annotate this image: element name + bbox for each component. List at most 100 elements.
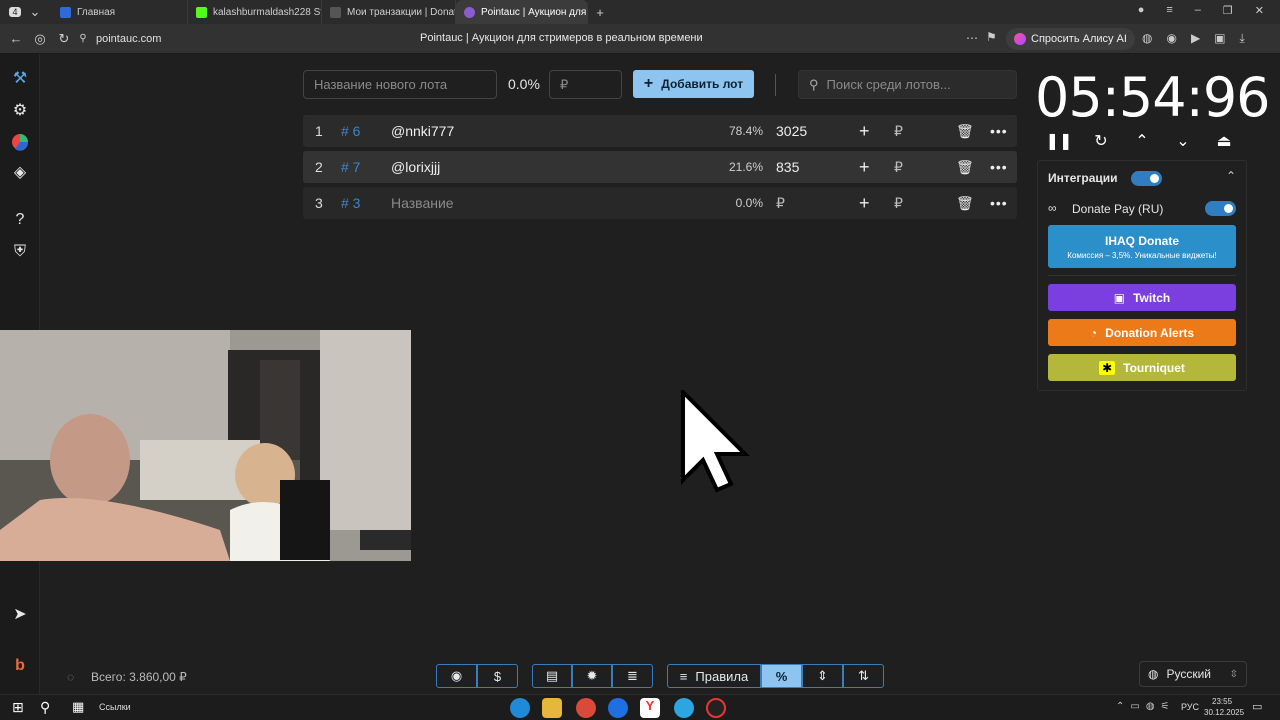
bug-button[interactable]: ✹ [572, 664, 612, 688]
compress-button[interactable]: ⇕ [802, 664, 843, 688]
edge-icon[interactable] [510, 698, 530, 718]
collections-icon[interactable]: ▣ [1214, 31, 1225, 46]
amount-input[interactable]: ₽ [549, 70, 622, 99]
trash-icon[interactable]: 🗑 [956, 195, 974, 212]
telegram-icon[interactable] [674, 698, 694, 718]
donatepay-toggle[interactable] [1205, 201, 1236, 216]
lot-amount[interactable]: ₽ [776, 195, 785, 212]
tab-kick[interactable]: kalashburmaldash228 Stre [188, 0, 322, 24]
search-input[interactable]: ⚲ Поиск среди лотов... [798, 70, 1017, 99]
maximize-icon[interactable]: ❐ [1223, 4, 1233, 17]
telegram-icon[interactable]: ➤ [8, 602, 32, 626]
donation-alerts-button[interactable]: ◔ Donation Alerts [1048, 319, 1236, 346]
obs-icon[interactable] [706, 698, 726, 718]
task-view-icon[interactable]: ▦ [72, 699, 84, 715]
new-tab-icon[interactable]: + [588, 0, 612, 24]
lot-currency-input[interactable]: ₽ [894, 195, 903, 212]
boosty-icon[interactable]: b [8, 654, 32, 678]
alice-icon [1014, 33, 1026, 45]
notification-icon[interactable]: ▭ [1252, 700, 1262, 713]
url-field[interactable]: pointauc.com [96, 33, 161, 45]
lot-row[interactable]: 2 # 7 @lorixjjj 21.6% 835 + ₽ 🗑 ••• [303, 151, 1017, 183]
lot-row[interactable]: 3 # 3 Название 0.0% ₽ + ₽ 🗑 ••• [303, 187, 1017, 219]
lot-name[interactable]: @nnki777 [391, 123, 454, 139]
collapse-icon[interactable]: ⌃ [1226, 169, 1236, 183]
clear-button[interactable]: ≣ [612, 664, 653, 688]
plus-icon: + [643, 75, 654, 92]
taskbar-links-label[interactable]: Ссылки [99, 702, 131, 712]
add-amount-icon[interactable]: + [859, 193, 870, 214]
chevron-down-icon[interactable]: ⌄ [1172, 130, 1194, 152]
rules-button[interactable]: ≡ Правила [667, 664, 761, 688]
extension-icon[interactable]: ◉ [1166, 31, 1176, 46]
more-icon[interactable]: ••• [990, 123, 1008, 139]
tourniquet-button[interactable]: ✱ Tourniquet [1048, 354, 1236, 381]
app-icon[interactable] [608, 698, 628, 718]
tab-count-badge[interactable]: 4 [4, 0, 26, 24]
tray-time[interactable]: 23:55 [1212, 697, 1232, 706]
integrations-toggle[interactable] [1131, 171, 1162, 186]
new-lot-input[interactable]: Название нового лота [303, 70, 497, 99]
profile-icon[interactable]: ● [1138, 4, 1145, 17]
close-window-icon[interactable]: ✕ [1255, 4, 1264, 17]
windows-start-icon[interactable]: ⊞ [12, 699, 24, 716]
tab-main[interactable]: Главная [52, 0, 188, 24]
save-button[interactable]: ▤ [532, 664, 572, 688]
pause-icon[interactable]: ❚❚ [1046, 130, 1073, 152]
lot-row[interactable]: 1 # 6 @nnki777 78.4% 3025 + ₽ 🗑 ••• [303, 115, 1017, 147]
more-icon[interactable]: ••• [990, 159, 1008, 175]
shield-icon[interactable]: ⛨ [8, 240, 32, 264]
lot-currency-input[interactable]: ₽ [894, 123, 903, 140]
lot-currency-input[interactable]: ₽ [894, 159, 903, 176]
help-icon[interactable]: ? [8, 208, 32, 232]
lot-name[interactable]: Название [391, 195, 454, 211]
tab-donate[interactable]: Мои транзакции | Donate [322, 0, 456, 24]
language-select[interactable]: ◍ Русский ⇳ [1139, 661, 1247, 687]
chevron-down-icon[interactable]: ⌄ [26, 0, 44, 24]
media-icon[interactable]: ▶ [1191, 31, 1200, 46]
site-info-icon[interactable]: ⚲ [76, 27, 90, 51]
minimize-icon[interactable]: – [1195, 4, 1201, 17]
ask-alice-button[interactable]: Спросить Алису AI [1006, 28, 1135, 50]
trash-icon[interactable]: 🗑 [956, 159, 974, 176]
search-icon[interactable]: ⚲ [40, 699, 50, 716]
add-amount-icon[interactable]: + [859, 157, 870, 178]
trash-icon[interactable]: 🗑 [956, 123, 974, 140]
downloads-icon[interactable]: ⤓ [1240, 31, 1245, 46]
twitch-button[interactable]: ▣ Twitch [1048, 284, 1236, 311]
more-icon[interactable]: ⋯ [966, 31, 978, 45]
tray-icons[interactable]: ⌃▭◍⚟ [1116, 701, 1176, 712]
bookmark-icon[interactable]: ⚑ [986, 30, 997, 44]
more-icon[interactable]: ••• [990, 195, 1008, 211]
lot-percent: 21.6% [728, 160, 763, 174]
explorer-icon[interactable] [542, 698, 562, 718]
settings-icon[interactable]: ⚙ [8, 98, 32, 122]
add-amount-icon[interactable]: + [859, 121, 870, 142]
add-lot-button[interactable]: + Добавить лот [633, 70, 754, 98]
protect-icon[interactable]: ◎ [28, 27, 52, 51]
tray-lang[interactable]: РУС [1181, 702, 1199, 712]
tray-date[interactable]: 30.12.2025 [1204, 708, 1244, 717]
chrome-icon[interactable] [576, 698, 596, 718]
chevron-up-icon[interactable]: ⌃ [1131, 130, 1153, 152]
ihaq-button[interactable]: IHAQ Donate Комиссия – 3,5%. Уникальные … [1048, 225, 1236, 268]
reload-icon[interactable]: ↻ [52, 27, 76, 51]
menu-icon[interactable]: ≡ [1166, 4, 1172, 17]
hide-eye-icon[interactable]: ◌ [67, 670, 74, 684]
github-button[interactable]: ◉ [436, 664, 477, 688]
tab-pointauc[interactable]: Pointauc | Аукцион для ✕ [456, 0, 588, 24]
percent-button[interactable]: % [761, 664, 802, 688]
layers-icon[interactable]: ◈ [8, 160, 32, 184]
gavel-icon[interactable]: ⚒ [8, 66, 32, 90]
reset-icon[interactable]: ↻ [1090, 130, 1112, 152]
lot-amount[interactable]: 3025 [776, 123, 807, 139]
back-icon[interactable]: ← [4, 27, 28, 51]
donate-button[interactable]: $ [477, 664, 518, 688]
lot-name[interactable]: @lorixjjj [391, 159, 440, 175]
lot-amount[interactable]: 835 [776, 159, 799, 175]
sort-button[interactable]: ⇅ [843, 664, 884, 688]
double-up-icon[interactable]: ⏏ [1213, 130, 1235, 152]
wheel-icon[interactable] [8, 130, 32, 154]
globe-icon[interactable]: ◍ [1142, 31, 1152, 46]
yandex-icon[interactable]: Y [640, 698, 660, 718]
